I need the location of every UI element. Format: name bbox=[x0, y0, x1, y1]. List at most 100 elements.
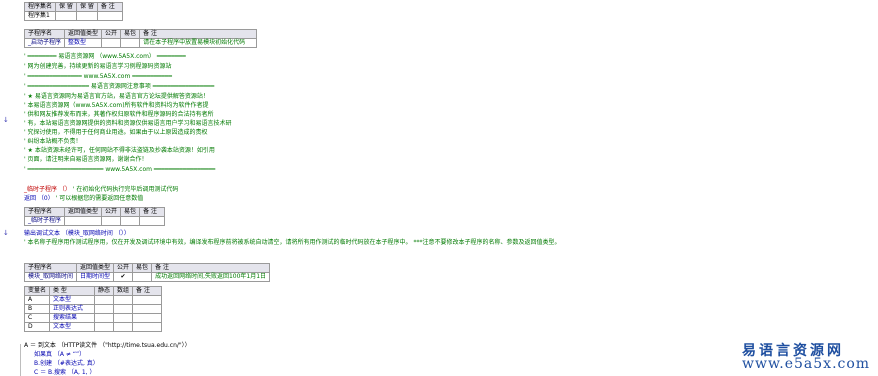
col-header: 备 注 bbox=[132, 286, 163, 296]
sub-name-cell[interactable]: _启动子程序 bbox=[23, 38, 66, 48]
col-header: 备 注 bbox=[139, 29, 258, 39]
temp-sub-call[interactable]: _临时子程序 （） bbox=[24, 186, 71, 193]
cell[interactable] bbox=[113, 322, 134, 332]
remark-cell[interactable]: 成功返回网络时间,失败返回100年1月1日 bbox=[151, 272, 271, 282]
col-header: 变量名 bbox=[23, 286, 51, 296]
cell[interactable] bbox=[94, 313, 115, 323]
col-header: 返回值类型 bbox=[76, 263, 115, 273]
code-statement[interactable]: B.创建 （#表达式, 真） bbox=[34, 360, 99, 367]
public-checkbox[interactable]: ✔ bbox=[113, 272, 134, 282]
code-line[interactable]: B.创建 （#表达式, 真） bbox=[34, 360, 99, 367]
col-header: 返回值类型 bbox=[64, 29, 103, 39]
col-header: 程序集名 bbox=[23, 2, 57, 12]
cell[interactable] bbox=[94, 295, 115, 305]
watermark-url: www.e5a5x.com bbox=[742, 356, 871, 372]
col-header: 保 留 bbox=[55, 2, 77, 12]
comment-line: ' ━━━━━━━━━━━━━━━━━━━━━ www.5A5X.com ━━━… bbox=[24, 166, 216, 173]
code-line[interactable]: C ＝ B.搜索 （A, 1, ） bbox=[34, 369, 96, 376]
easy-pkg-cell[interactable] bbox=[120, 38, 141, 48]
cell[interactable] bbox=[113, 295, 134, 305]
code-line-return[interactable]: 返回 （0） ' 可以根据您的需要返回任意数值 bbox=[24, 195, 143, 202]
easy-pkg-cell[interactable] bbox=[120, 216, 141, 226]
remark-cell[interactable] bbox=[139, 216, 166, 226]
easy-pkg-cell[interactable] bbox=[132, 272, 153, 282]
comment-line: ' 本易语言资源网（www.5A5X.com)所有软件和资料均为软件作者提 bbox=[24, 102, 209, 109]
col-header: 易包 bbox=[132, 263, 153, 273]
table-row[interactable]: C 搜索结果 bbox=[23, 313, 163, 323]
comment-line: ' 有，本站易语言资源网提供的资料和资源仅供易语言用户学习和易语言技术研 bbox=[24, 120, 232, 127]
return-type-cell[interactable] bbox=[64, 216, 103, 226]
var-type-cell[interactable]: 文本型 bbox=[49, 322, 96, 332]
comment-line: ' 究探讨使用，不得用于任何商业用途。如果由于以上原因造成的责权 bbox=[24, 129, 208, 136]
code-line[interactable]: A ＝ 到文本 （HTTP读文件 （"http://time.tsua.edu.… bbox=[24, 342, 191, 349]
cell[interactable] bbox=[113, 313, 134, 323]
return-comment: ' 可以根据您的需要返回任意数值 bbox=[55, 195, 144, 202]
public-cell[interactable] bbox=[101, 216, 122, 226]
col-header: 保 留 bbox=[75, 2, 98, 12]
cell[interactable] bbox=[132, 322, 163, 332]
code-line[interactable]: 如果真 （A ≠ “”） bbox=[34, 351, 85, 358]
sub-name-cell[interactable]: 模块_取网络时间 bbox=[23, 272, 78, 282]
comment-line: ' ━━━━━━━━━━━━━━━━━ 易语言资源网注意事项 ━━━━━━━━━… bbox=[24, 83, 215, 90]
col-header: 易包 bbox=[120, 207, 141, 217]
remark-cell[interactable]: 请在本子程序中放置易模块初始化代码 bbox=[139, 38, 258, 48]
cell[interactable] bbox=[113, 304, 134, 314]
comment-line: ' ★ 易语言资源网为易语言官方站，易语言官方论坛提供解答资源站！ bbox=[24, 93, 209, 100]
col-header: 备 注 bbox=[96, 2, 123, 12]
var-type-cell[interactable]: 正则表达式 bbox=[49, 304, 96, 314]
comment-line: ' ━━━━━━━━ 易语言资源网 （www.5A5X.com） ━━━━━━━… bbox=[24, 53, 186, 60]
code-line-debug[interactable]: 输出调试文本 （模块_取网络时间 （）） bbox=[24, 230, 130, 237]
table-row[interactable]: A 文本型 bbox=[23, 295, 163, 305]
col-header: 子程序名 bbox=[23, 207, 66, 217]
var-name-cell[interactable]: D bbox=[23, 322, 51, 332]
col-header: 子程序名 bbox=[23, 263, 78, 273]
program-set-name-cell[interactable]: 程序集1 bbox=[23, 11, 57, 21]
comment-line: ' 纠纷本站概不负责！ bbox=[24, 138, 82, 145]
col-header: 公开 bbox=[113, 263, 134, 273]
sub-program-table-net-time: 子程序名 返回值类型 公开 易包 备 注 模块_取网络时间 日期时间型 ✔ 成功… bbox=[23, 263, 271, 282]
cell[interactable] bbox=[55, 11, 77, 21]
cell[interactable] bbox=[132, 313, 163, 323]
var-type-cell[interactable]: 搜索结果 bbox=[49, 313, 96, 323]
sub-name-cell[interactable]: _临时子程序 bbox=[23, 216, 66, 226]
cell[interactable] bbox=[94, 322, 115, 332]
var-name-cell[interactable]: B bbox=[23, 304, 51, 314]
comment-line: ' ★ 本站资源未经许可，任何网站不得非法盗链及抄袭本站资源！如引用 bbox=[24, 147, 215, 154]
breakpoint-arrow-icon[interactable]: ↓ bbox=[3, 116, 9, 124]
col-header: 子程序名 bbox=[23, 29, 66, 39]
col-header: 备 注 bbox=[151, 263, 271, 273]
return-type-cell[interactable]: 日期时间型 bbox=[76, 272, 115, 282]
col-header: 公开 bbox=[101, 29, 122, 39]
note-line: ' 本名称子程序用作测试程序用，仅在开发及调试环境中有效，编译发布程序前将被系统… bbox=[24, 239, 561, 246]
cell[interactable] bbox=[75, 11, 98, 21]
temp-sub-comment: ' 在初始化代码执行完毕后调用测试代码 bbox=[72, 186, 179, 193]
sub-program-table-startup: 子程序名 返回值类型 公开 易包 备 注 _启动子程序 整数型 请在本子程序中放… bbox=[23, 29, 258, 48]
comment-line: ' 网为创建完善，持续更新的易语言学习例程源码资源站 bbox=[24, 63, 172, 70]
col-header: 公开 bbox=[101, 207, 122, 217]
var-name-cell[interactable]: A bbox=[23, 295, 51, 305]
col-header: 数组 bbox=[113, 286, 134, 296]
col-header: 易包 bbox=[120, 29, 141, 39]
cell[interactable] bbox=[94, 304, 115, 314]
return-statement[interactable]: 返回 （0） bbox=[24, 195, 54, 202]
comment-line: ' ━━━━━━━━━━━━━━━ www.5A5X.com ━━━━━━━━━… bbox=[24, 73, 172, 80]
return-type-cell[interactable]: 整数型 bbox=[64, 38, 103, 48]
comment-line: ' 供和网友推荐发布而来，其著作权归原软件和程序源码的合法持有者所 bbox=[24, 111, 214, 118]
var-type-cell[interactable]: 文本型 bbox=[49, 295, 96, 305]
current-line-arrow-icon[interactable]: ↓ bbox=[3, 229, 9, 237]
col-header: 类 型 bbox=[49, 286, 96, 296]
cell[interactable] bbox=[96, 11, 123, 21]
cell[interactable] bbox=[132, 295, 163, 305]
code-line-temp-sub[interactable]: _临时子程序 （） ' 在初始化代码执行完毕后调用测试代码 bbox=[24, 186, 178, 193]
table-row[interactable]: D 文本型 bbox=[23, 322, 163, 332]
code-statement[interactable]: A ＝ 到文本 （HTTP读文件 （"http://time.tsua.edu.… bbox=[24, 342, 191, 349]
code-statement[interactable]: C ＝ B.搜索 （A, 1, ） bbox=[34, 369, 96, 376]
table-row[interactable]: B 正则表达式 bbox=[23, 304, 163, 314]
code-statement[interactable]: 如果真 （A ≠ “”） bbox=[34, 351, 85, 358]
local-variable-table: 变量名 类 型 静态 数组 备 注 A 文本型 B 正则表达式 C 搜索结果 D… bbox=[23, 286, 163, 332]
col-header: 静态 bbox=[94, 286, 115, 296]
debug-output-statement[interactable]: 输出调试文本 （模块_取网络时间 （）） bbox=[24, 230, 130, 237]
cell[interactable] bbox=[132, 304, 163, 314]
var-name-cell[interactable]: C bbox=[23, 313, 51, 323]
public-cell[interactable] bbox=[101, 38, 122, 48]
